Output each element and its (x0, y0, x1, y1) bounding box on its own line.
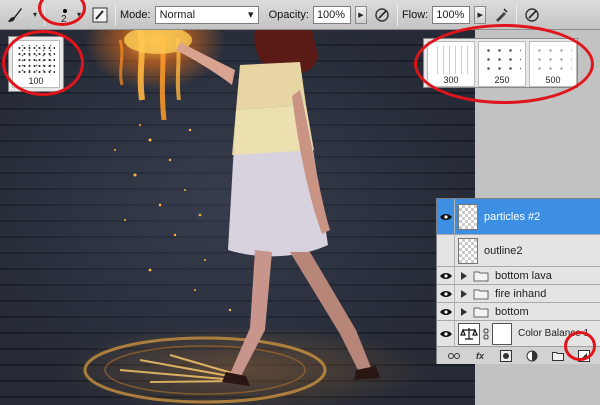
add-mask-icon[interactable] (499, 349, 513, 363)
layer-group-row[interactable]: bottom (437, 303, 600, 321)
link-layers-icon[interactable] (447, 349, 461, 363)
layer-row[interactable]: particles #2 (437, 199, 600, 235)
folder-icon (473, 288, 489, 300)
layer-name: bottom lava (495, 269, 552, 282)
layer-name: outline2 (484, 244, 523, 257)
flow-slider-button[interactable]: ▶ (474, 5, 487, 24)
brush-tool-icon[interactable] (4, 4, 26, 26)
layer-name: bottom (495, 305, 529, 318)
brush-panel-toggle-icon[interactable] (89, 4, 111, 26)
highlight-ring-brush-presets (414, 24, 594, 104)
opacity-label: Opacity: (268, 8, 309, 21)
layer-thumbnail (458, 237, 478, 264)
link-icon[interactable] (482, 328, 490, 340)
pressure-opacity-icon[interactable] (371, 4, 393, 26)
layer-thumbnail (458, 203, 478, 230)
opacity-slider-button[interactable]: ▶ (354, 5, 367, 24)
eye-icon[interactable] (437, 321, 455, 346)
balance-scale-icon (458, 322, 480, 345)
highlight-ring-new-layer (564, 331, 596, 361)
layer-group-row[interactable]: bottom lava (437, 267, 600, 285)
layer-row[interactable]: outline2 (437, 235, 600, 267)
layer-name: particles #2 (484, 210, 541, 223)
eye-icon[interactable] (437, 285, 455, 302)
eye-icon[interactable] (437, 267, 455, 284)
opacity-field[interactable]: 100% (312, 5, 351, 24)
disclosure-triangle-icon[interactable] (457, 289, 471, 298)
flow-label: Flow: (401, 8, 429, 21)
layer-group-row[interactable]: fire inhand (437, 285, 600, 303)
mode-label: Mode: (120, 8, 151, 21)
divider (516, 3, 518, 26)
eye-icon[interactable] (437, 199, 455, 234)
disclosure-triangle-icon[interactable] (457, 307, 471, 316)
eye-icon[interactable] (437, 303, 455, 320)
disclosure-triangle-icon[interactable] (457, 271, 471, 280)
layer-mask-thumbnail[interactable] (492, 322, 512, 345)
adjustment-layer-icon[interactable] (525, 349, 539, 363)
divider (396, 3, 398, 26)
eye-icon-hidden[interactable] (437, 235, 455, 266)
highlight-ring-brush-preview (2, 30, 84, 96)
fx-icon[interactable]: fx (473, 349, 487, 363)
pressure-size-icon[interactable] (521, 4, 543, 26)
folder-icon (473, 270, 489, 282)
airbrush-icon[interactable] (490, 4, 512, 26)
flow-field[interactable]: 100% (432, 5, 471, 24)
folder-icon (473, 306, 489, 318)
divider (115, 3, 116, 26)
layer-name: fire inhand (495, 287, 547, 300)
blend-mode-select[interactable]: Normal ▾ (154, 5, 259, 24)
blend-mode-value: Normal (159, 8, 196, 21)
new-group-icon[interactable] (551, 349, 565, 363)
chevron-down-icon: ▾ (248, 9, 254, 21)
